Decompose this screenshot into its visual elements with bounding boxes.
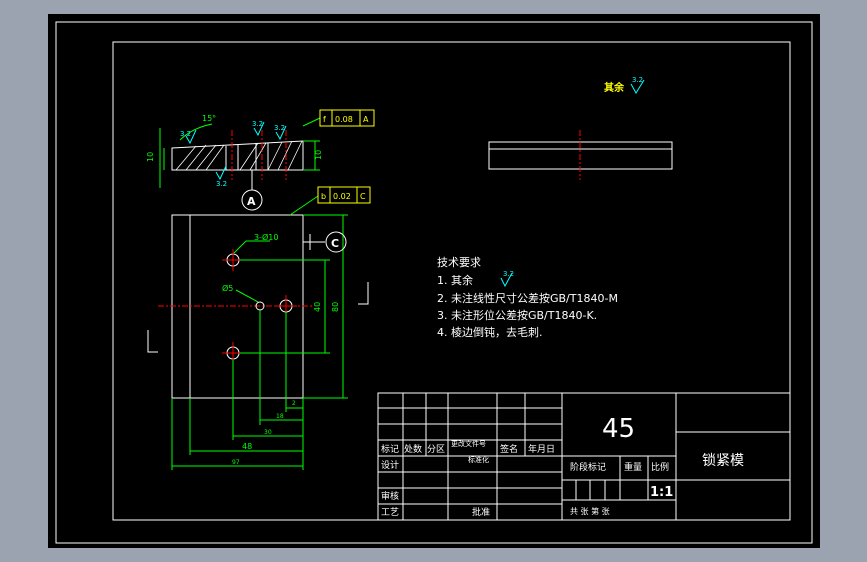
material-value: 45 <box>602 414 635 444</box>
design-label: 设计 <box>381 459 399 471</box>
datum-a-label: A <box>247 195 256 208</box>
check-label: 审核 <box>381 490 399 502</box>
tech-req-item-2: 2. 未注线性尺寸公差按GB/T1840-M <box>437 291 618 305</box>
process-label: 工艺 <box>381 507 399 518</box>
hdr-sign: 签名 <box>500 443 518 455</box>
tech-req-title: 技术要求 <box>437 256 481 269</box>
section-height-right: 10 <box>314 150 323 160</box>
tech-req-item-1: 1. 其余 <box>437 273 473 287</box>
svg-text:0.02: 0.02 <box>333 192 351 201</box>
scale-value: 1:1 <box>650 485 673 500</box>
dim-18: 18 <box>276 413 284 420</box>
dim-40: 40 <box>313 302 322 312</box>
section-roughness-1: 3.2 <box>180 130 191 138</box>
weight-label: 重量 <box>624 461 642 473</box>
scale-label: 比例 <box>651 461 669 473</box>
tech-req-item-4: 4. 棱边倒钝，去毛刺. <box>437 325 543 339</box>
tech-req-item-1-roughness: 3.2 <box>503 270 514 278</box>
part-name: 锁紧模 <box>702 453 744 469</box>
dim-2: 2 <box>292 400 296 407</box>
svg-text:C: C <box>360 192 366 201</box>
dim-30: 30 <box>264 429 272 436</box>
hdr-zone: 分区 <box>427 444 445 455</box>
sheets-label: 共 张 第 张 <box>570 506 610 516</box>
section-roughness-3: 3.2 <box>274 124 285 132</box>
stage-label: 阶段标记 <box>570 461 606 473</box>
approve-label: 批准 <box>472 506 490 518</box>
dim-80: 80 <box>331 302 340 312</box>
hdr-change-doc: 更改文件号 <box>451 439 486 448</box>
tech-req-item-3: 3. 未注形位公差按GB/T1840-K. <box>437 308 597 322</box>
drawing-sheet: 其余 3.2 10 10 15° 3.2 3.2 3.2 3.2 f 0.08 … <box>48 14 820 548</box>
hdr-date: 年月日 <box>528 443 555 455</box>
general-roughness-value: 3.2 <box>632 76 643 84</box>
dim-97: 97 <box>232 459 240 466</box>
svg-text:f: f <box>323 115 326 124</box>
section-angle: 15° <box>202 114 216 123</box>
svg-text:A: A <box>363 115 369 124</box>
svg-text:0.08: 0.08 <box>335 115 353 124</box>
hdr-mark: 标记 <box>381 443 399 455</box>
hole-small-label: Ø5 <box>222 283 233 293</box>
section-height-left: 10 <box>146 152 155 162</box>
standardization-label: 标准化 <box>468 455 489 464</box>
section-roughness-2: 3.2 <box>252 120 263 128</box>
section-roughness-bottom: 3.2 <box>216 180 227 188</box>
hdr-count: 处数 <box>404 443 422 455</box>
hole-large-label: 3-Ø10 <box>254 232 278 242</box>
dim-48: 48 <box>242 442 252 451</box>
svg-text:b: b <box>321 192 326 201</box>
datum-c-label: C <box>331 237 339 250</box>
general-roughness-label: 其余 <box>604 81 625 94</box>
